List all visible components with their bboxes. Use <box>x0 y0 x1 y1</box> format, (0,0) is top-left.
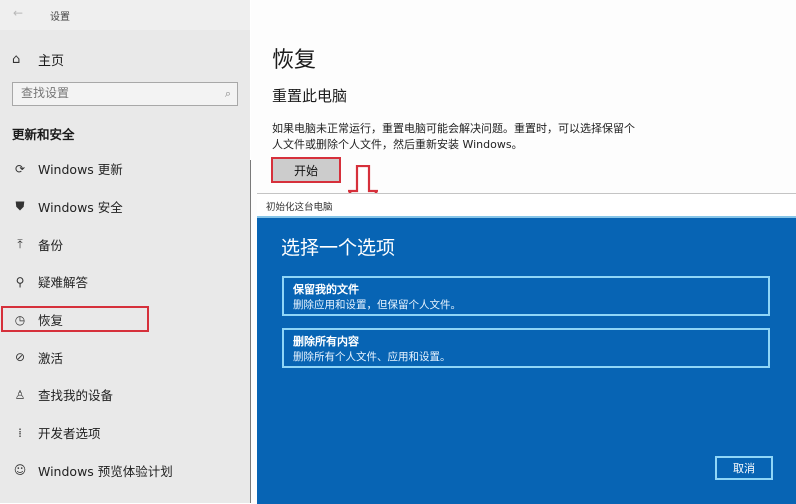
page-title: 恢复 <box>272 48 317 73</box>
sidebar-item-label: 疑难解答 <box>38 275 89 291</box>
back-arrow-icon[interactable]: ← <box>13 6 23 20</box>
sidebar-item-label: 开发者选项 <box>38 426 101 442</box>
section-subtitle: 重置此电脑 <box>272 87 348 105</box>
sidebar-item-find-my-device[interactable]: ♙ 查找我的设备 <box>0 376 250 414</box>
reset-description: 如果电脑未正常运行，重置电脑可能会解决问题。重置时，可以选择保留个人文件或删除个… <box>272 122 635 151</box>
sidebar-item-label: 恢复 <box>38 313 64 329</box>
sidebar-nav: ⟳ Windows 更新 ⛊ Windows 安全 ⤒ 备份 ⚲ 疑难解答 ◷ … <box>0 150 250 489</box>
sidebar-item-label: 备份 <box>38 237 64 253</box>
sidebar-home[interactable]: ⌂ 主页 <box>12 50 64 69</box>
option-remove-everything[interactable]: 删除所有内容 删除所有个人文件、应用和设置。 <box>282 328 770 368</box>
home-label: 主页 <box>38 54 65 69</box>
sidebar-item-developer-options[interactable]: ⁞ 开发者选项 <box>0 414 250 452</box>
option-keep-files[interactable]: 保留我的文件 删除应用和设置，但保留个人文件。 <box>282 276 770 316</box>
sidebar-item-backup[interactable]: ⤒ 备份 <box>0 225 250 263</box>
sidebar-item-label: Windows 安全 <box>38 200 123 216</box>
developer-tools-icon: ⁞ <box>18 425 22 440</box>
dialog-title: 初始化这台电脑 <box>266 202 333 213</box>
sidebar-item-windows-security[interactable]: ⛊ Windows 安全 <box>0 188 250 226</box>
option-description: 删除应用和设置，但保留个人文件。 <box>293 299 461 311</box>
dialog-title-bar: 初始化这台电脑 <box>257 194 796 218</box>
title-bar: ← 设置 <box>0 0 250 30</box>
sidebar: ← 设置 ⌂ 主页 ⌕ 更新和安全 ⟳ Windows 更新 ⛊ Windows… <box>0 0 250 503</box>
section-title: 更新和安全 <box>12 127 75 142</box>
check-circle-icon: ⊘ <box>14 350 26 365</box>
person-location-icon: ♙ <box>14 387 26 402</box>
home-icon: ⌂ <box>12 52 21 67</box>
sidebar-item-windows-update[interactable]: ⟳ Windows 更新 <box>0 150 250 188</box>
sidebar-item-label: 查找我的设备 <box>38 388 114 404</box>
cancel-button[interactable]: 取消 <box>715 456 773 480</box>
shield-icon: ⛊ <box>15 199 25 214</box>
insider-cat-icon: ☺ <box>13 463 27 478</box>
sidebar-item-label: 激活 <box>38 350 64 366</box>
sidebar-item-recovery[interactable]: ◷ 恢复 <box>0 301 250 339</box>
wrench-icon: ⚲ <box>15 274 25 289</box>
search-icon[interactable]: ⌕ <box>225 87 231 101</box>
app-title: 设置 <box>50 12 70 23</box>
start-button[interactable]: 开始 <box>271 157 341 183</box>
sidebar-item-troubleshoot[interactable]: ⚲ 疑难解答 <box>0 263 250 301</box>
sidebar-item-label: Windows 预览体验计划 <box>38 463 173 479</box>
dialog-heading: 选择一个选项 <box>281 237 396 259</box>
option-description: 删除所有个人文件、应用和设置。 <box>293 351 451 363</box>
option-title: 保留我的文件 <box>293 283 359 296</box>
option-title: 删除所有内容 <box>293 335 359 348</box>
search-box[interactable]: ⌕ <box>12 82 238 106</box>
sidebar-item-activation[interactable]: ⊘ 激活 <box>0 338 250 376</box>
reset-dialog: 初始化这台电脑 选择一个选项 保留我的文件 删除应用和设置，但保留个人文件。 删… <box>257 193 796 504</box>
refresh-icon: ⟳ <box>14 161 26 176</box>
dialog-body: 选择一个选项 保留我的文件 删除应用和设置，但保留个人文件。 删除所有内容 删除… <box>257 218 796 504</box>
sidebar-item-label: Windows 更新 <box>38 162 123 178</box>
search-input[interactable] <box>21 86 211 100</box>
upload-arrow-icon: ⤒ <box>17 236 23 251</box>
history-icon: ◷ <box>14 312 26 327</box>
sidebar-item-insider-program[interactable]: ☺ Windows 预览体验计划 <box>0 452 250 490</box>
